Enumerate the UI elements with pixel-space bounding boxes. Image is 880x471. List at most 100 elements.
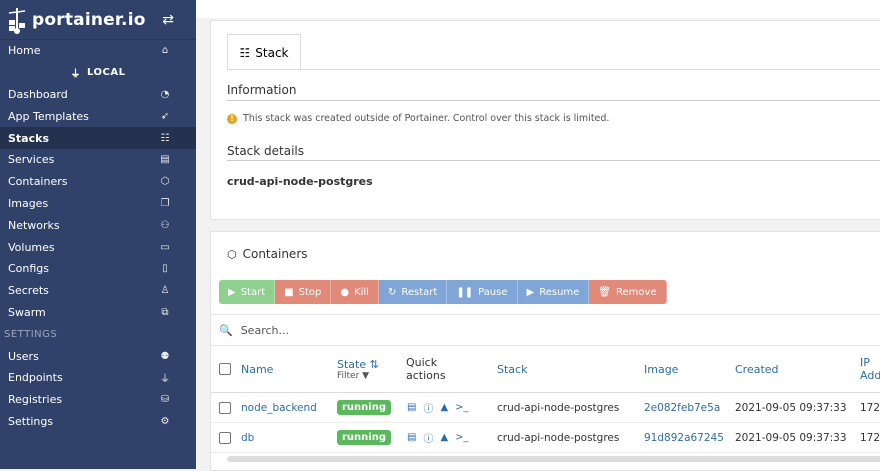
status-badge: running — [337, 423, 391, 452]
sidebar-item-swarm[interactable]: Swarm ⧉ — [0, 302, 196, 324]
row-checkbox[interactable] — [219, 393, 231, 422]
exclamation-circle-icon: ! — [227, 113, 237, 124]
terminal-icon[interactable]: >_ — [455, 402, 468, 413]
list-icon: ☷ — [239, 45, 251, 60]
file-text-icon[interactable]: ▤ — [407, 402, 416, 413]
play-icon: ▶ — [526, 286, 535, 298]
pause-icon: ❚❚ — [456, 286, 474, 298]
sidebar: portainer.io ⇄ Home ⌂ ⏚ LOCAL Dashboard … — [0, 0, 196, 469]
sidebar-item-images[interactable]: Images ❐ — [0, 193, 196, 215]
stack-details-heading: Stack details — [227, 144, 305, 158]
sidebar-item-volumes[interactable]: Volumes ▭ — [0, 236, 196, 258]
remove-button[interactable]: 🗑 Remove — [589, 280, 667, 304]
sidebar-item-endpoints[interactable]: Endpoints ⏚ — [0, 367, 196, 389]
stop-button[interactable]: ■ Stop — [275, 280, 332, 304]
bomb-icon: ● — [340, 286, 350, 298]
restart-button[interactable]: ↻ Restart — [378, 280, 448, 304]
column-label: Created — [735, 362, 779, 376]
column-label: Name — [241, 362, 274, 376]
endpoint-label: ⏚ LOCAL — [0, 62, 196, 84]
sidebar-item-label: Services — [8, 153, 55, 167]
plug-icon: ⏚ — [70, 69, 82, 81]
endpoint-name: LOCAL — [87, 67, 126, 79]
column-state[interactable]: State ⇅ Filter ▼ — [337, 346, 379, 392]
row-checkbox[interactable] — [219, 423, 231, 452]
search-input[interactable]: Search... — [241, 324, 289, 337]
sidebar-item-secrets[interactable]: Secrets ♙ — [0, 280, 196, 302]
info-circle-icon[interactable]: ⓘ — [423, 430, 433, 445]
sidebar-item-label: Dashboard — [8, 87, 68, 101]
sidebar-item-services[interactable]: Services ▤ — [0, 149, 196, 171]
column-label: IP — [860, 356, 870, 369]
users-icon: ⚉ — [160, 350, 170, 362]
button-label: Pause — [478, 286, 508, 298]
object-group-icon: ⧉ — [161, 306, 169, 318]
column-name[interactable]: Name — [241, 346, 273, 392]
containers-table: Name State ⇅ Filter ▼ Quick actions Stac… — [211, 346, 880, 453]
sidebar-item-users[interactable]: Users ⚉ — [0, 345, 196, 367]
quick-actions: ▤ ⓘ ▲ >_ — [407, 393, 469, 422]
brand[interactable]: portainer.io ⇄ — [0, 0, 196, 40]
image-link[interactable]: 2e082feb7e5a — [644, 393, 720, 422]
containers-heading-text: Containers — [242, 247, 308, 261]
settings-heading: SETTINGS — [4, 328, 58, 340]
column-ip[interactable]: IP Add — [860, 346, 880, 392]
divider — [227, 160, 880, 161]
rocket-icon: ➶ — [160, 110, 170, 122]
column-label: Image — [644, 362, 679, 376]
file-text-icon[interactable]: ▤ — [407, 432, 416, 443]
file-code-icon: ▯ — [162, 263, 168, 275]
stack-cell: crud-api-node-postgres — [497, 401, 620, 414]
table-row: db running ▤ ⓘ ▲ >_ crud-api-node-postgr… — [211, 423, 880, 453]
sidebar-item-stacks[interactable]: Stacks ☷ — [0, 127, 196, 149]
area-chart-icon[interactable]: ▲ — [440, 402, 448, 413]
image-link[interactable]: 91d892a67245 — [644, 423, 724, 452]
info-note-text: This stack was created outside of Portai… — [243, 113, 610, 124]
state-filter[interactable]: Filter ▼ — [337, 371, 369, 381]
sidebar-item-label: Settings — [8, 414, 54, 428]
sidebar-item-settings[interactable]: Settings ⚙ — [0, 411, 196, 433]
container-name-link[interactable]: db — [241, 423, 254, 452]
tab-stack[interactable]: ☷ Stack — [227, 34, 301, 70]
sidebar-item-label: Configs — [8, 262, 50, 276]
stack-name: crud-api-node-postgres — [227, 175, 373, 188]
pause-button[interactable]: ❚❚ Pause — [447, 280, 518, 304]
column-label: actions — [406, 369, 446, 382]
containers-panel: ⬡ Containers ▶ Start ■ Stop ● Kill ↻ Restart… — [210, 231, 880, 471]
sidebar-item-app-templates[interactable]: App Templates ➶ — [0, 105, 196, 127]
user-secret-icon: ♙ — [160, 285, 170, 297]
horizontal-scrollbar[interactable] — [227, 456, 880, 462]
table-header: Name State ⇅ Filter ▼ Quick actions Stac… — [211, 346, 880, 393]
ip-cell: 172. — [860, 431, 880, 444]
stack-panel: ☷ Stack Information ! This stack was cre… — [210, 20, 880, 220]
sidebar-item-networks[interactable]: Networks ⚇ — [0, 214, 196, 236]
kill-button[interactable]: ● Kill — [331, 280, 379, 304]
sidebar-item-registries[interactable]: Registries ⛁ — [0, 389, 196, 411]
status-badge-text: running — [337, 430, 391, 445]
search-bar[interactable]: 🔍 Search... — [211, 314, 880, 346]
sidebar-item-dashboard[interactable]: Dashboard ◔ — [0, 84, 196, 106]
information-heading: Information — [227, 83, 297, 97]
column-label: Add — [860, 369, 880, 382]
sidebar-item-home[interactable]: Home ⌂ — [0, 40, 196, 62]
column-label: Stack — [497, 362, 528, 376]
sidebar-item-label: Registries — [8, 393, 63, 407]
column-created[interactable]: Created — [735, 346, 779, 392]
select-all-checkbox[interactable] — [219, 346, 231, 392]
sidebar-item-configs[interactable]: Configs ▯ — [0, 258, 196, 280]
column-image[interactable]: Image — [644, 346, 678, 392]
brand-title: portainer.io — [32, 9, 146, 30]
resume-button[interactable]: ▶ Resume — [517, 280, 590, 304]
sidebar-item-label: Networks — [8, 218, 60, 232]
container-name-link[interactable]: node_backend — [241, 393, 317, 422]
sidebar-item-label: Volumes — [8, 240, 55, 254]
terminal-icon[interactable]: >_ — [455, 432, 468, 443]
start-button[interactable]: ▶ Start — [219, 280, 276, 304]
exchange-icon[interactable]: ⇄ — [162, 12, 174, 28]
sidebar-item-containers[interactable]: Containers ⬡ — [0, 171, 196, 193]
info-circle-icon[interactable]: ⓘ — [423, 400, 433, 415]
cogs-icon: ⚙ — [160, 415, 170, 427]
area-chart-icon[interactable]: ▲ — [440, 432, 448, 443]
column-stack[interactable]: Stack — [497, 346, 527, 392]
button-label: Kill — [354, 286, 369, 298]
